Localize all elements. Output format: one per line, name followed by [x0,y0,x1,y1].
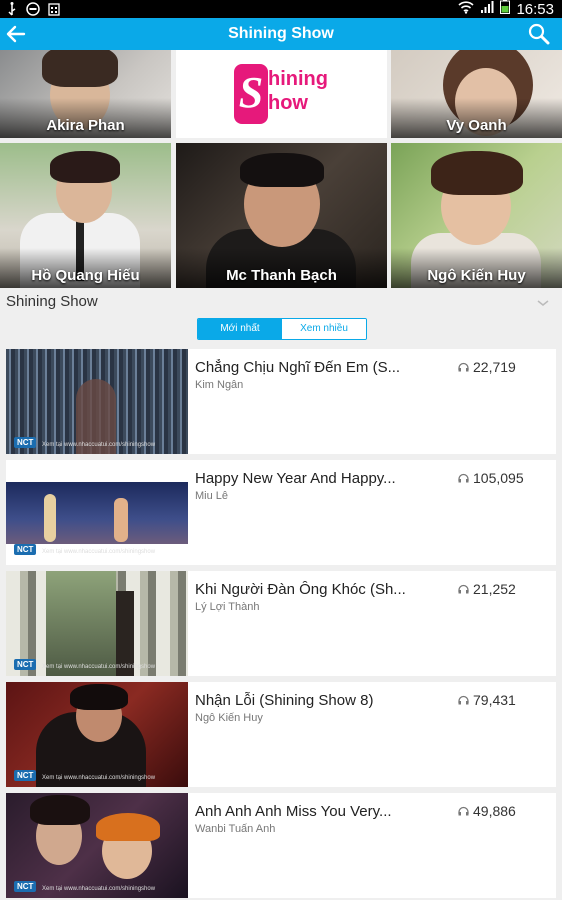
video-artist: Miu Lê [195,490,229,502]
artist-tile-shining-show-logo[interactable]: S hining how [176,50,387,138]
video-thumbnail: NCT Xem tại www.nhaccuatui.com/shiningsh… [6,682,188,787]
app-bar: Shining Show [0,18,562,50]
artist-name: Akira Phan [46,117,125,134]
video-artist: Wanbi Tuấn Anh [195,823,276,835]
artist-tile-ho-quang-hieu[interactable]: Hồ Quang Hiếu [0,143,171,288]
status-bar: 16:53 [0,0,562,18]
signal-icon [480,0,494,19]
search-icon[interactable] [528,23,550,45]
section-header: Shining Show Mới nhất Xem nhiều [0,288,562,348]
video-title: Happy New Year And Happy... [195,470,396,487]
shining-show-logo: S hining how [234,64,334,126]
chevron-down-icon[interactable] [536,295,550,306]
video-thumbnail: NCT Xem tại www.nhaccuatui.com/shiningsh… [6,349,188,454]
headphones-icon [458,470,469,486]
artist-tile-ngo-kien-huy[interactable]: Ngô Kiến Huy [391,143,562,288]
headphones-icon [458,803,469,819]
video-title: Khi Người Đàn Ông Khóc (Sh... [195,581,406,598]
artist-tile-akira-phan[interactable]: Akira Phan [0,50,171,138]
video-title: Chẳng Chịu Nghĩ Đến Em (S... [195,359,401,376]
video-item[interactable]: NCT Xem tại www.nhaccuatui.com/shiningsh… [6,571,556,676]
artist-name: Ngô Kiến Huy [427,267,526,284]
sort-tabs: Mới nhất Xem nhiều [197,318,367,340]
video-thumbnail: NCT Xem tại www.nhaccuatui.com/shiningsh… [6,460,188,565]
video-artist: Kim Ngân [195,379,244,391]
video-item[interactable]: NCT Xem tại www.nhaccuatui.com/shiningsh… [6,682,556,787]
video-title: Nhận Lỗi (Shining Show 8) [195,692,374,709]
listen-count: 49,886 [458,803,516,819]
wifi-icon [458,0,475,19]
section-title: Shining Show [6,293,98,310]
headphones-icon [458,692,469,708]
page-title: Shining Show [228,25,334,42]
artist-tile-mc-thanh-bach[interactable]: Mc Thanh Bạch [176,143,387,288]
video-artist: Lý Lợi Thành [195,601,260,613]
video-item[interactable]: NCT Xem tại www.nhaccuatui.com/shiningsh… [6,460,556,565]
video-artist: Ngô Kiến Huy [195,712,263,724]
listen-count: 22,719 [458,359,516,375]
battery-icon [500,0,511,19]
headphones-icon [458,581,469,597]
artist-name: Mc Thanh Bạch [226,267,337,284]
artist-name: Vy Oanh [446,117,507,134]
video-thumbnail: NCT Xem tại www.nhaccuatui.com/shiningsh… [6,793,188,898]
tab-most-viewed[interactable]: Xem nhiều [282,319,366,339]
video-item[interactable]: NCT Xem tại www.nhaccuatui.com/shiningsh… [6,793,556,898]
artist-tile-vy-oanh[interactable]: Vy Oanh [391,50,562,138]
listen-count: 105,095 [458,470,524,486]
clock: 16:53 [516,0,554,18]
listen-count: 79,431 [458,692,516,708]
video-title: Anh Anh Anh Miss You Very... [195,803,392,820]
listen-count: 21,252 [458,581,516,597]
tab-newest[interactable]: Mới nhất [198,319,282,339]
artist-name: Hồ Quang Hiếu [31,267,140,284]
artist-grid: Akira Phan S hining how Vy Oanh Hồ Quang… [0,50,562,288]
headphones-icon [458,359,469,375]
video-thumbnail: NCT Xem tại www.nhaccuatui.com/shiningsh… [6,571,188,676]
video-item[interactable]: NCT Xem tại www.nhaccuatui.com/shiningsh… [6,349,556,454]
